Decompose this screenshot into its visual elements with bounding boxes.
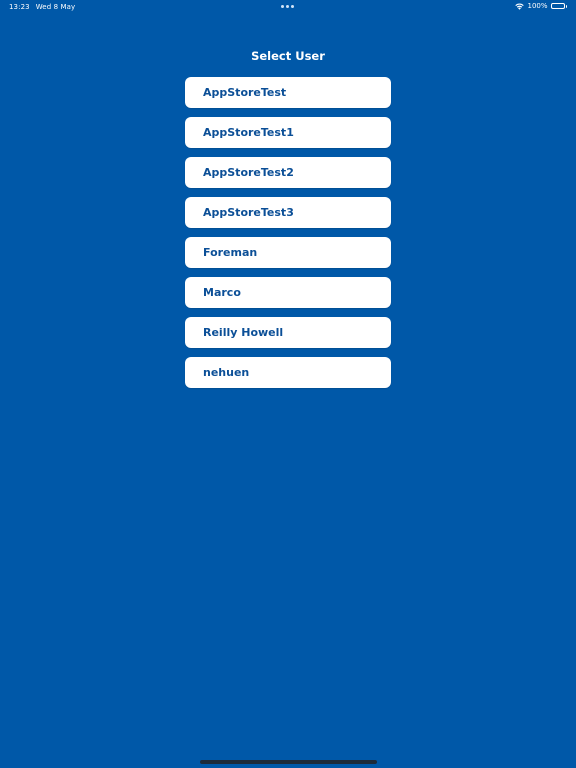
status-bar: 13:23 Wed 8 May 100% (0, 0, 576, 14)
page-title: Select User (251, 49, 325, 63)
multitasking-dots-icon[interactable] (281, 5, 294, 8)
user-item-reilly-howell[interactable]: Reilly Howell (185, 317, 391, 348)
wifi-icon (515, 2, 525, 10)
user-item-label: Foreman (203, 246, 258, 259)
user-item-appstoretest2[interactable]: AppStoreTest2 (185, 157, 391, 188)
user-item-foreman[interactable]: Foreman (185, 237, 391, 268)
status-date: Wed 8 May (35, 3, 76, 11)
status-right-group: 100% (515, 2, 567, 10)
user-item-appstoretest3[interactable]: AppStoreTest3 (185, 197, 391, 228)
status-time: 13:23 Wed 8 May (9, 3, 75, 11)
user-list: AppStoreTest AppStoreTest1 AppStoreTest2… (185, 77, 391, 388)
user-item-label: AppStoreTest1 (203, 126, 294, 139)
user-item-marco[interactable]: Marco (185, 277, 391, 308)
user-item-label: AppStoreTest2 (203, 166, 294, 179)
user-item-appstoretest1[interactable]: AppStoreTest1 (185, 117, 391, 148)
status-clock: 13:23 (9, 3, 30, 11)
user-item-label: nehuen (203, 366, 250, 379)
user-item-label: AppStoreTest (203, 86, 287, 99)
user-item-label: Reilly Howell (203, 326, 284, 339)
user-item-appstoretest[interactable]: AppStoreTest (185, 77, 391, 108)
user-item-label: AppStoreTest3 (203, 206, 294, 219)
home-indicator[interactable] (200, 760, 377, 764)
user-item-label: Marco (203, 286, 241, 299)
battery-percent: 100% (527, 2, 548, 10)
battery-icon (550, 3, 567, 9)
user-item-nehuen[interactable]: nehuen (185, 357, 391, 388)
